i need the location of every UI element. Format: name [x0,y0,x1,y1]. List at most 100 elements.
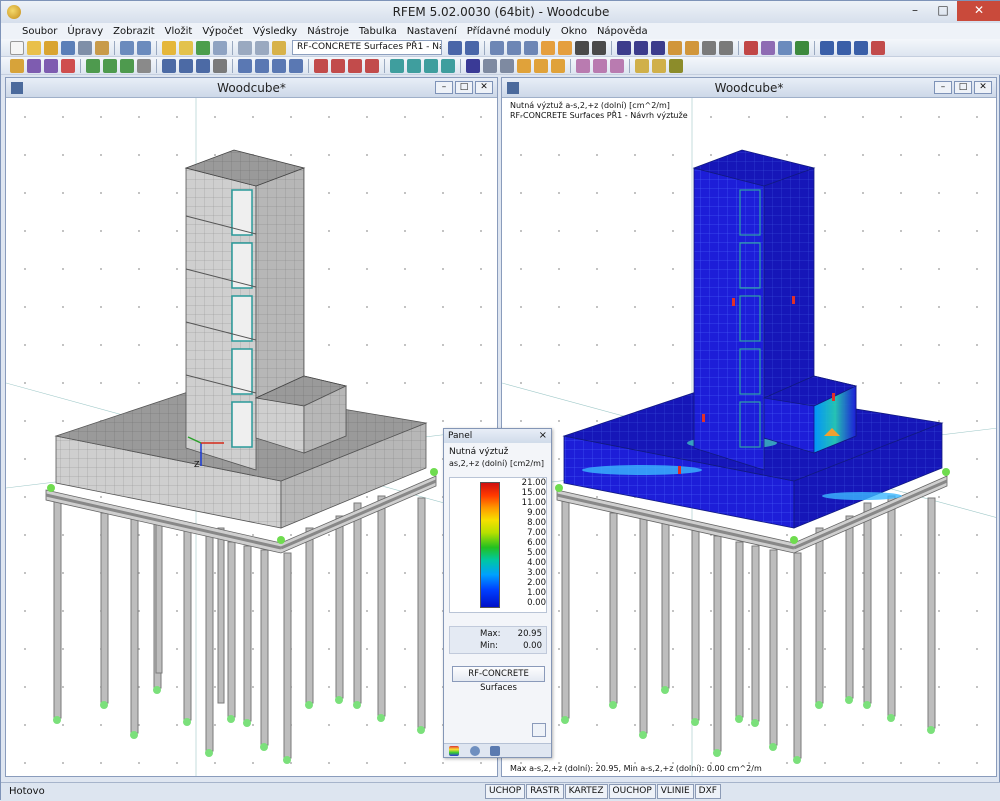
globe-icon[interactable] [466,58,480,73]
opening-icon[interactable] [196,58,210,73]
show-results-icon[interactable] [213,40,227,55]
node-icon[interactable] [10,58,24,73]
menu-okno[interactable]: Okno [556,26,592,37]
isometric-icon[interactable] [744,40,758,55]
result-panel[interactable]: Panel × Nutná výztuž as,2,+z (dolní) [cm… [443,428,552,758]
surface-icon[interactable] [162,58,176,73]
smooth-icon[interactable] [534,58,548,73]
copy-icon[interactable] [213,58,227,73]
subwindow-close-button[interactable]: ✕ [974,81,992,94]
dimension-line-icon[interactable] [593,58,607,73]
model-window-right-titlebar[interactable]: Woodcube* – □ ✕ [502,78,996,98]
next-case-icon[interactable] [465,40,479,55]
menu-vlozit[interactable]: Vložit [160,26,198,37]
color-scale-icon[interactable] [517,58,531,73]
save-icon[interactable] [61,40,75,55]
stresses-icon[interactable] [365,58,379,73]
zoom-all-icon[interactable] [719,40,733,55]
grid-icon[interactable] [551,58,565,73]
render-solid-icon[interactable] [558,40,572,55]
color-scale-bar[interactable] [480,482,500,608]
calculate-icon[interactable] [162,40,176,55]
menu-nastaveni[interactable]: Nastavení [402,26,462,37]
redo-icon[interactable] [137,40,151,55]
help-icon[interactable] [871,40,885,55]
cartesian-toggle[interactable]: KARTEZ [564,784,608,799]
open-recent-icon[interactable] [44,40,58,55]
menu-vysledky[interactable]: Výsledky [248,26,302,37]
window-tile-icon[interactable] [820,40,834,55]
results-on-off-icon[interactable] [196,40,210,55]
line-icon[interactable] [27,58,41,73]
perspective-icon[interactable] [761,40,775,55]
minimize-button[interactable]: – [901,1,929,21]
support-reactions-icon[interactable] [348,58,362,73]
subwindow-maximize-button[interactable]: □ [954,81,972,94]
subwindow-close-button[interactable]: ✕ [475,81,493,94]
guide-line-icon[interactable] [576,58,590,73]
member-icon[interactable] [61,58,75,73]
panel-titlebar[interactable]: Panel × [444,429,551,443]
section-icon[interactable] [592,40,606,55]
prev-case-icon[interactable] [448,40,462,55]
menu-zobrazit[interactable]: Zobrazit [108,26,160,37]
model-window-left-titlebar[interactable]: Woodcube* – □ ✕ [6,78,497,98]
filter-tab-icon[interactable] [490,746,500,756]
undo-icon[interactable] [120,40,134,55]
panel-icon[interactable] [255,40,269,55]
menu-vypocet[interactable]: Výpočet [197,26,248,37]
deformation-icon[interactable] [314,58,328,73]
rf-concrete-surfaces-button[interactable]: RF-CONCRETE Surfaces [452,666,545,693]
members-filter-icon[interactable] [500,58,514,73]
grid-toggle[interactable]: RASTR [526,784,564,799]
maximize-button[interactable]: □ [929,1,957,21]
open-folder-icon[interactable] [27,40,41,55]
support-icon[interactable] [86,58,100,73]
menu-pridavne-moduly[interactable]: Přídavné moduly [462,26,556,37]
color-legend[interactable]: 21.00 15.00 11.00 9.00 8.00 7.00 6.00 5.… [449,477,547,613]
internal-forces-icon[interactable] [331,58,345,73]
module-icon[interactable] [272,40,286,55]
comment-icon[interactable] [610,58,624,73]
close-button[interactable]: ✕ [957,1,1000,21]
surface-support-icon[interactable] [120,58,134,73]
guideline-toggle[interactable]: VLINIE [656,784,694,799]
menu-upravy[interactable]: Úpravy [62,26,108,37]
table-icon[interactable] [238,40,252,55]
new-file-icon[interactable] [10,40,24,55]
grid-select-icon[interactable] [634,40,648,55]
solid-icon[interactable] [179,58,193,73]
load-case-icon[interactable] [238,58,252,73]
menu-napoveda[interactable]: Nápověda [592,26,653,37]
dimension-icon[interactable] [685,40,699,55]
measure-icon[interactable] [668,40,682,55]
result-values-icon[interactable] [390,58,404,73]
model-window-left[interactable]: Woodcube* – □ ✕ Z [5,77,498,777]
isobands-icon[interactable] [424,58,438,73]
graphic-viewport-left[interactable]: Z [6,98,497,776]
member-load-icon[interactable] [272,58,286,73]
menu-nastroje[interactable]: Nástroje [302,26,354,37]
line-support-icon[interactable] [103,58,117,73]
render-icon[interactable] [541,40,555,55]
surface-load-icon[interactable] [289,58,303,73]
visual-object-icon[interactable] [652,58,666,73]
menu-tabulka[interactable]: Tabulka [354,26,402,37]
arc-icon[interactable] [44,58,58,73]
model-window-right[interactable]: Woodcube* – □ ✕ Nutná výztuž a-s,2,+z (d… [501,77,997,777]
print-report-icon[interactable] [795,40,809,55]
hinge-icon[interactable] [137,58,151,73]
print-icon[interactable] [78,40,92,55]
subwindow-maximize-button[interactable]: □ [455,81,473,94]
calculate-all-icon[interactable] [179,40,193,55]
print-graphic-icon[interactable] [95,40,109,55]
rotate-icon[interactable] [778,40,792,55]
mesh-icon[interactable] [441,58,455,73]
color-scale-tab-icon[interactable] [449,746,459,756]
isolines-icon[interactable] [407,58,421,73]
nodal-load-icon[interactable] [255,58,269,73]
panel-zoom-icon[interactable] [532,723,546,737]
view-z-icon[interactable] [524,40,538,55]
factors-tab-icon[interactable] [470,746,480,756]
wireframe-icon[interactable] [575,40,589,55]
